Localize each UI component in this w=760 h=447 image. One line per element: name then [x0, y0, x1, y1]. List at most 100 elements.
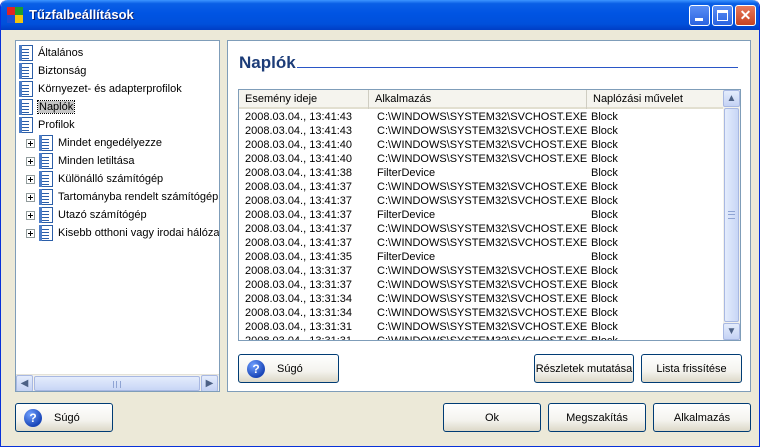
- cell-application: C:\WINDOWS\SYSTEM32\SVCHOST.EXE: [377, 139, 587, 151]
- cell-log-action: Block: [591, 321, 618, 333]
- cell-event-time: 2008.03.04., 13:41:38: [245, 167, 353, 179]
- help-icon: ?: [247, 359, 265, 378]
- tree-item[interactable]: Különálló számítógép: [26, 170, 163, 188]
- table-row[interactable]: 2008.03.04., 13:31:37 C:\WINDOWS\SYSTEM32…: [239, 278, 723, 292]
- expand-plus-icon[interactable]: [26, 192, 35, 202]
- scroll-up-button[interactable]: ▲: [723, 90, 740, 107]
- table-row[interactable]: 2008.03.04., 13:41:37 C:\WINDOWS\SYSTEM32…: [239, 180, 723, 194]
- table-row[interactable]: 2008.03.04., 13:41:40 C:\WINDOWS\SYSTEM32…: [239, 138, 723, 152]
- chevron-right-icon: ▶: [205, 378, 214, 389]
- cell-application: C:\WINDOWS\SYSTEM32\SVCHOST.EXE: [377, 265, 587, 277]
- tree-item[interactable]: Biztonság: [19, 62, 86, 80]
- cell-event-time: 2008.03.04., 13:41:40: [245, 139, 353, 151]
- table-row[interactable]: 2008.03.04., 13:41:35 FilterDevice Block: [239, 250, 723, 264]
- cell-log-action: Block: [591, 307, 618, 319]
- cell-event-time: 2008.03.04., 13:41:43: [245, 125, 353, 137]
- scroll-down-button[interactable]: ▼: [723, 323, 740, 340]
- cell-log-action: Block: [591, 167, 618, 179]
- cancel-button[interactable]: Megszakítás: [548, 403, 646, 432]
- document-list-icon: [39, 153, 53, 169]
- expand-plus-icon[interactable]: [26, 156, 35, 166]
- tree-horizontal-scrollbar[interactable]: ◀ ▶: [16, 374, 219, 391]
- table-row[interactable]: 2008.03.04., 13:41:38 FilterDevice Block: [239, 166, 723, 180]
- table-row[interactable]: 2008.03.04., 13:41:37 C:\WINDOWS\SYSTEM32…: [239, 236, 723, 250]
- tree-item[interactable]: Profilok: [19, 116, 75, 134]
- minimize-button[interactable]: [689, 5, 710, 26]
- tree-item[interactable]: Minden letiltása: [26, 152, 134, 170]
- panel-help-button[interactable]: ? Súgó: [238, 354, 339, 383]
- maximize-icon: [717, 10, 728, 21]
- scroll-left-button[interactable]: ◀: [16, 375, 33, 391]
- cell-application: C:\WINDOWS\SYSTEM32\SVCHOST.EXE: [377, 181, 587, 193]
- tree-item-label: Tartományba rendelt számítógép: [58, 191, 219, 203]
- document-list-icon: [19, 45, 33, 61]
- logs-panel: Naplók Esemény ideje Alkalmazás Naplózás…: [227, 40, 751, 392]
- show-details-button[interactable]: Részletek mutatása: [534, 354, 634, 383]
- table-row[interactable]: 2008.03.04., 13:31:31 C:\WINDOWS\SYSTEM32…: [239, 334, 723, 341]
- vertical-scroll-thumb[interactable]: [724, 108, 739, 322]
- apply-button[interactable]: Alkalmazás: [653, 403, 751, 432]
- cell-log-action: Block: [591, 251, 618, 263]
- close-button[interactable]: ✕: [735, 5, 756, 26]
- page-title: Naplók: [239, 53, 296, 72]
- ok-button[interactable]: Ok: [443, 403, 541, 432]
- horizontal-scroll-thumb[interactable]: [34, 376, 200, 391]
- refresh-list-button[interactable]: Lista frissítése: [641, 354, 742, 383]
- tree-item[interactable]: Utazó számítógép: [26, 206, 147, 224]
- tree-item-label: Naplók: [36, 100, 76, 114]
- table-row[interactable]: 2008.03.04., 13:41:37 C:\WINDOWS\SYSTEM32…: [239, 194, 723, 208]
- document-list-icon: [39, 135, 53, 151]
- maximize-button[interactable]: [712, 5, 733, 26]
- table-row[interactable]: 2008.03.04., 13:41:40 C:\WINDOWS\SYSTEM32…: [239, 152, 723, 166]
- table-row[interactable]: 2008.03.04., 13:31:34 C:\WINDOWS\SYSTEM32…: [239, 292, 723, 306]
- close-icon: ✕: [739, 7, 752, 23]
- table-row[interactable]: 2008.03.04., 13:41:37 C:\WINDOWS\SYSTEM32…: [239, 222, 723, 236]
- tree-item[interactable]: Naplók: [19, 98, 76, 116]
- footer-help-label: Súgó: [54, 411, 80, 424]
- expand-plus-icon[interactable]: [26, 210, 35, 220]
- tree-item[interactable]: Általános: [19, 44, 83, 62]
- cell-log-action: Block: [591, 209, 618, 221]
- cell-event-time: 2008.03.04., 13:41:35: [245, 251, 353, 263]
- grip-icon: [728, 211, 735, 219]
- table-row[interactable]: 2008.03.04., 13:31:34 C:\WINDOWS\SYSTEM32…: [239, 306, 723, 320]
- tree-item[interactable]: Környezet- és adapterprofilok: [19, 80, 182, 98]
- cell-event-time: 2008.03.04., 13:31:34: [245, 307, 353, 319]
- table-row[interactable]: 2008.03.04., 13:41:43 C:\WINDOWS\SYSTEM32…: [239, 110, 723, 124]
- tree-item-label: Általános: [38, 47, 84, 59]
- grip-icon: [113, 381, 121, 388]
- document-list-icon: [39, 207, 53, 223]
- cell-application: C:\WINDOWS\SYSTEM32\SVCHOST.EXE: [377, 321, 587, 333]
- cell-log-action: Block: [591, 237, 618, 249]
- log-list[interactable]: Esemény ideje Alkalmazás Naplózási művel…: [238, 89, 741, 341]
- table-row[interactable]: 2008.03.04., 13:41:43 C:\WINDOWS\SYSTEM32…: [239, 124, 723, 138]
- tree-item[interactable]: Mindet engedélyezze: [26, 134, 162, 152]
- table-row[interactable]: 2008.03.04., 13:31:37 C:\WINDOWS\SYSTEM32…: [239, 264, 723, 278]
- chevron-left-icon: ◀: [20, 378, 29, 389]
- column-header-log-action[interactable]: Naplózási művelet: [587, 90, 723, 109]
- cell-log-action: Block: [591, 293, 618, 305]
- cell-log-action: Block: [591, 153, 618, 165]
- expand-plus-icon[interactable]: [26, 228, 35, 238]
- scroll-right-button[interactable]: ▶: [201, 375, 218, 391]
- avg-app-icon: [7, 7, 23, 23]
- cell-event-time: 2008.03.04., 13:31:31: [245, 335, 353, 341]
- expand-plus-icon[interactable]: [26, 138, 35, 148]
- column-header-application[interactable]: Alkalmazás: [369, 90, 587, 109]
- table-row[interactable]: 2008.03.04., 13:41:37 FilterDevice Block: [239, 208, 723, 222]
- cell-event-time: 2008.03.04., 13:41:40: [245, 153, 353, 165]
- list-vertical-scrollbar[interactable]: ▲ ▼: [723, 90, 740, 340]
- expand-plus-icon[interactable]: [26, 174, 35, 184]
- document-list-icon: [39, 225, 53, 241]
- cell-log-action: Block: [591, 181, 618, 193]
- cell-log-action: Block: [591, 125, 618, 137]
- footer-help-button[interactable]: ? Súgó: [15, 403, 113, 432]
- tree-item[interactable]: Kisebb otthoni vagy irodai hálózat: [26, 224, 219, 242]
- table-row[interactable]: 2008.03.04., 13:31:31 C:\WINDOWS\SYSTEM32…: [239, 320, 723, 334]
- cell-log-action: Block: [591, 265, 618, 277]
- column-header-event-time[interactable]: Esemény ideje: [239, 90, 369, 109]
- title-bar[interactable]: Tűzfalbeállítások ✕: [1, 0, 759, 30]
- cell-application: C:\WINDOWS\SYSTEM32\SVCHOST.EXE: [377, 195, 587, 207]
- settings-tree[interactable]: Általános Biztonság Környezet- és adapterp…: [15, 40, 220, 392]
- tree-item[interactable]: Tartományba rendelt számítógép: [26, 188, 218, 206]
